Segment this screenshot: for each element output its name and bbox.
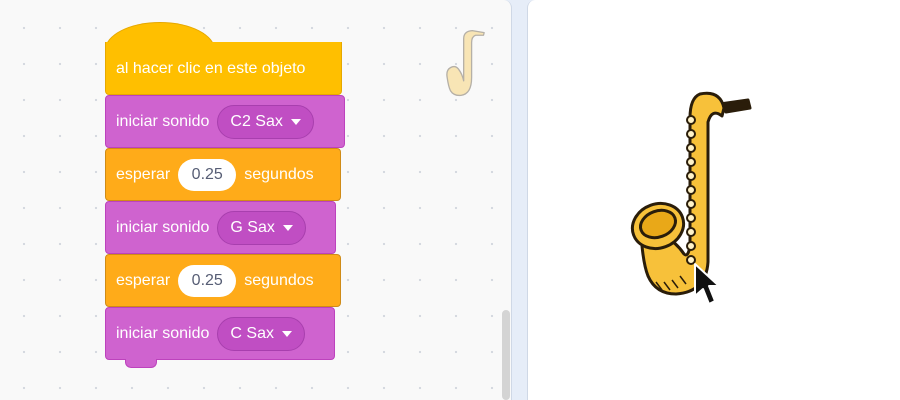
wait-block[interactable]: esperar 0.25 segundos	[105, 254, 341, 307]
sound-dropdown[interactable]: C2 Sax	[217, 104, 314, 139]
start-sound-block[interactable]: iniciar sonido G Sax	[105, 201, 336, 254]
wait-block[interactable]: esperar 0.25 segundos	[105, 148, 341, 201]
block-unit-label: segundos	[244, 165, 314, 183]
caret-down-icon	[282, 224, 293, 231]
saxophone-icon	[446, 29, 485, 97]
dropdown-value: C Sax	[230, 324, 274, 342]
sound-dropdown[interactable]: G Sax	[217, 210, 306, 245]
mouse-cursor-icon	[694, 263, 720, 305]
block-label: iniciar sonido	[116, 218, 210, 236]
event-block-label: al hacer clic en este objeto	[116, 59, 306, 77]
block-label: iniciar sonido	[116, 324, 210, 342]
block-unit-label: segundos	[244, 271, 314, 289]
dropdown-value: G Sax	[230, 218, 275, 236]
block-label: esperar	[116, 271, 171, 289]
block-label: iniciar sonido	[116, 112, 210, 130]
wait-seconds-input[interactable]: 0.25	[178, 158, 237, 191]
sound-dropdown[interactable]: C Sax	[217, 316, 305, 351]
caret-down-icon	[281, 330, 292, 337]
block-label: esperar	[116, 165, 171, 183]
wait-seconds-input[interactable]: 0.25	[178, 264, 237, 297]
caret-down-icon	[290, 118, 301, 125]
block-bottom-notch	[125, 359, 157, 368]
code-area[interactable]: al hacer clic en este objeto iniciar son…	[0, 0, 512, 400]
vertical-scrollbar[interactable]	[502, 310, 510, 400]
start-sound-block[interactable]: iniciar sonido C Sax	[105, 307, 335, 360]
start-sound-block[interactable]: iniciar sonido C2 Sax	[105, 95, 345, 148]
dropdown-value: C2 Sax	[230, 112, 283, 130]
event-block-fill	[106, 42, 341, 62]
